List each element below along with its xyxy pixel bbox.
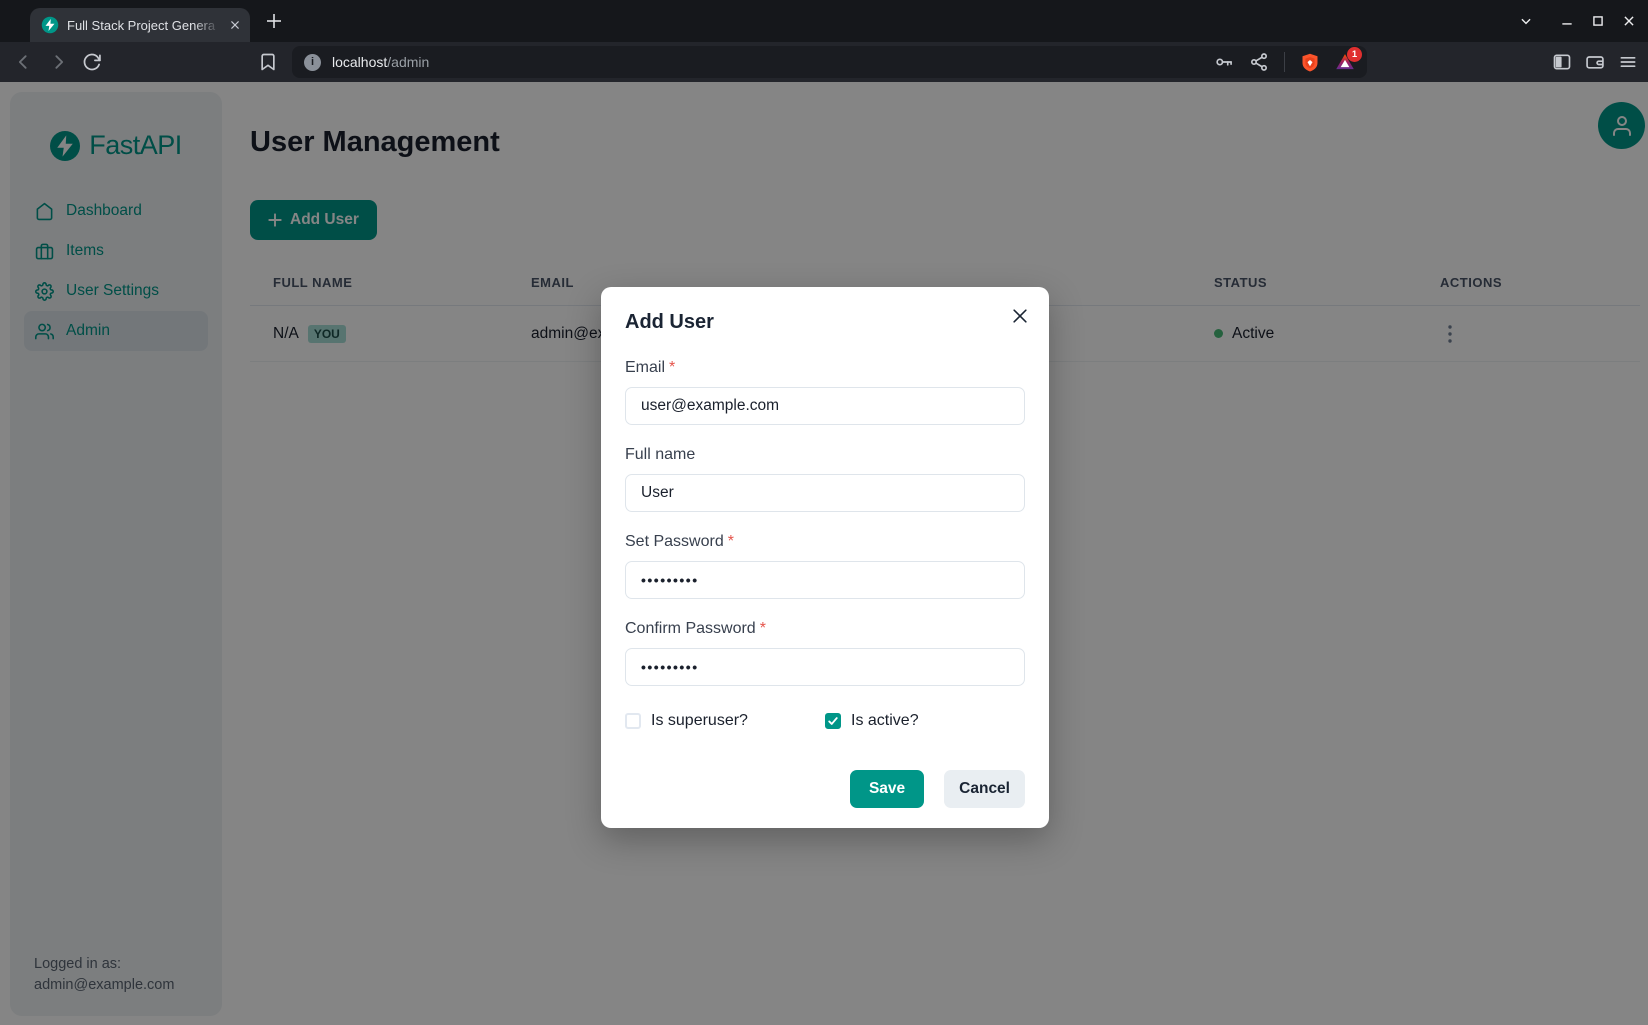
confirm-password-field-group: Confirm Password*	[625, 619, 1025, 686]
toolbar-divider	[1284, 52, 1285, 72]
rewards-badge: 1	[1347, 47, 1362, 62]
full-name-label: Full name	[625, 445, 1025, 465]
back-icon[interactable]	[14, 52, 34, 72]
site-info-icon[interactable]: i	[304, 54, 321, 71]
add-user-form: Email* Full name Set Password* Confirm P…	[625, 358, 1025, 808]
browser-tab[interactable]: Full Stack Project Genera	[30, 8, 250, 42]
url-text: localhost/admin	[332, 54, 429, 70]
url-path: /admin	[387, 54, 429, 70]
modal-title: Add User	[625, 311, 1025, 334]
share-icon[interactable]	[1249, 52, 1269, 72]
checkbox-icon	[825, 713, 841, 729]
browser-toolbar: i localhost/admin 1	[0, 42, 1648, 82]
set-password-field[interactable]	[625, 561, 1025, 599]
set-password-label: Set Password*	[625, 532, 1025, 552]
modal-close-button[interactable]	[1003, 299, 1037, 333]
tab-close-icon[interactable]	[228, 18, 242, 32]
url-bar[interactable]: i localhost/admin 1	[292, 46, 1367, 78]
wallet-icon[interactable]	[1585, 52, 1605, 72]
brave-rewards-icon[interactable]: 1	[1335, 52, 1355, 72]
bookmark-icon[interactable]	[258, 52, 278, 72]
confirm-password-label: Confirm Password*	[625, 619, 1025, 639]
fastapi-favicon-icon	[41, 16, 59, 34]
email-label: Email*	[625, 358, 1025, 378]
is-superuser-label: Is superuser?	[651, 712, 748, 730]
full-name-field-group: Full name	[625, 445, 1025, 512]
save-button[interactable]: Save	[850, 770, 924, 808]
full-name-field[interactable]	[625, 474, 1025, 512]
confirm-password-field[interactable]	[625, 648, 1025, 686]
url-host: localhost	[332, 54, 387, 70]
close-icon	[1011, 307, 1029, 325]
required-asterisk: *	[728, 533, 734, 550]
window-maximize-icon[interactable]	[1591, 14, 1605, 28]
tab-title: Full Stack Project Genera	[67, 17, 220, 34]
sidebar-toggle-icon[interactable]	[1552, 52, 1572, 72]
cancel-button[interactable]: Cancel	[944, 770, 1025, 808]
email-field[interactable]	[625, 387, 1025, 425]
new-tab-icon[interactable]	[266, 13, 282, 29]
checkbox-icon	[625, 713, 641, 729]
add-user-modal: Add User Email* Full name Set Password* …	[601, 287, 1049, 828]
is-superuser-checkbox[interactable]: Is superuser?	[625, 712, 825, 730]
is-active-checkbox[interactable]: Is active?	[825, 712, 1025, 730]
checkbox-row: Is superuser? Is active?	[625, 712, 1025, 730]
page-content: FastAPI Dashboard Items User Settings	[0, 82, 1648, 1025]
window-minimize-icon[interactable]	[1560, 14, 1574, 28]
brave-shield-icon[interactable]	[1300, 52, 1320, 73]
menu-hamburger-icon[interactable]	[1618, 52, 1638, 72]
forward-icon[interactable]	[48, 52, 68, 72]
required-asterisk: *	[669, 359, 675, 376]
modal-footer: Save Cancel	[625, 770, 1025, 808]
reload-icon[interactable]	[82, 52, 102, 72]
browser-titlebar: Full Stack Project Genera	[0, 0, 1648, 42]
password-key-icon[interactable]	[1214, 52, 1234, 72]
email-field-group: Email*	[625, 358, 1025, 425]
set-password-field-group: Set Password*	[625, 532, 1025, 599]
is-active-label: Is active?	[851, 712, 919, 730]
window-close-icon[interactable]	[1622, 14, 1636, 28]
required-asterisk: *	[760, 620, 766, 637]
tab-search-icon[interactable]	[1519, 14, 1533, 28]
